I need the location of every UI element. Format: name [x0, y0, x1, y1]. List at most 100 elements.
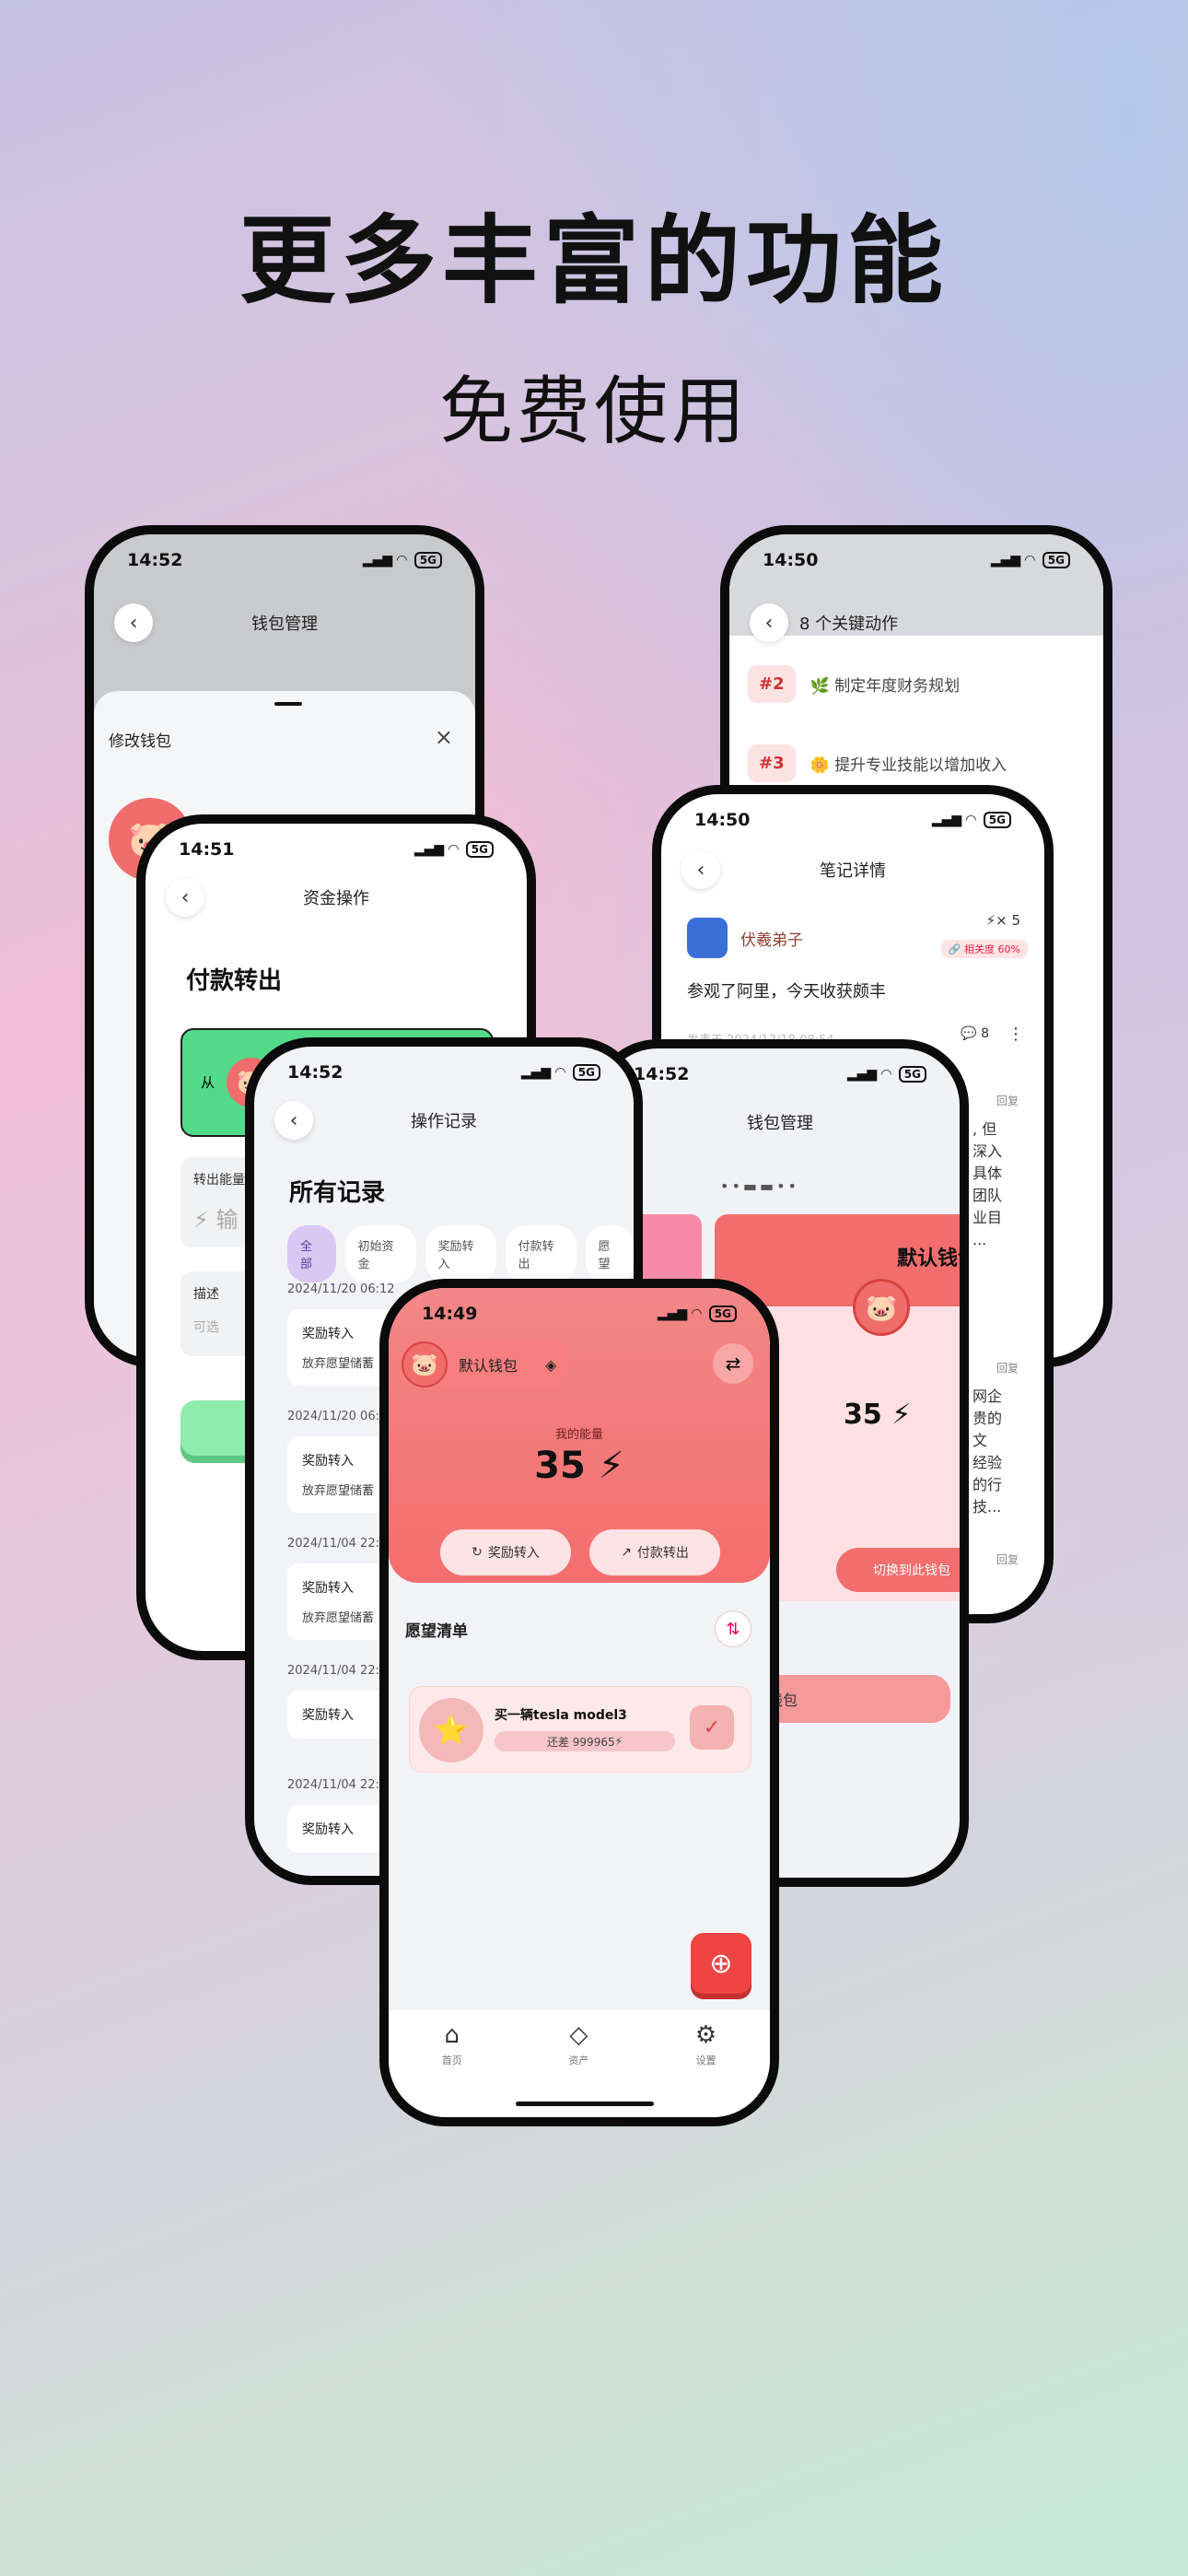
- status-bar: 14:52 ▂▄▆ ◠ 5G: [254, 1047, 634, 1098]
- nav-title: 操作记录: [411, 1112, 477, 1131]
- back-button[interactable]: ‹: [274, 1101, 313, 1140]
- pay-out-label: 付款转出: [636, 1546, 689, 1561]
- action-badge: #3: [748, 744, 796, 782]
- status-bar: 14:52 ▂▄▆ ◠ 5G: [600, 1048, 960, 1100]
- nav-bar: ‹ 8 个关键动作: [729, 595, 1103, 650]
- nav-bar: ‹ 资金操作: [146, 870, 527, 925]
- sheet-grabber[interactable]: [274, 702, 302, 706]
- relevance-badge: 🔗 相关度 60%: [940, 940, 1028, 958]
- reply-label[interactable]: 回复: [996, 1551, 1019, 1567]
- swap-icon[interactable]: ⇄: [713, 1343, 753, 1384]
- headline-title: 更多丰富的功能: [239, 205, 949, 317]
- page-indicator: ••▬▬••: [720, 1177, 799, 1195]
- status-icons: ▂▄▆ ◠ 5G: [521, 1064, 600, 1081]
- from-label: 从: [201, 1074, 215, 1091]
- status-time: 14:52: [634, 1064, 690, 1084]
- back-button[interactable]: ‹: [166, 878, 204, 917]
- wallet-selector[interactable]: 🐷 默认钱包 ◈: [398, 1340, 574, 1389]
- comment-button[interactable]: 💬 8: [961, 1026, 989, 1041]
- tab-home[interactable]: ⌂ 首页: [442, 2021, 462, 2117]
- tab-all[interactable]: 全部: [287, 1225, 336, 1282]
- status-bar: 14:52 ▂▄▆ ◠ 5G: [94, 534, 475, 586]
- payment-heading: 付款转出: [186, 967, 283, 995]
- status-icons: ▂▄▆ ◠ 5G: [847, 1066, 926, 1083]
- status-icons: ▂▄▆ ◠ 5G: [363, 552, 442, 568]
- refresh-icon: ↻: [472, 1545, 483, 1560]
- action-badge: #2: [748, 665, 796, 703]
- status-time: 14:52: [287, 1062, 344, 1083]
- tab-reward-in[interactable]: 奖励转入: [425, 1225, 496, 1282]
- tab-settings[interactable]: ⚙ 设置: [695, 2021, 716, 2117]
- tab-label: 首页: [441, 2055, 462, 2067]
- wallet-name: 默认钱包: [459, 1357, 518, 1375]
- star-icon: ⭐: [419, 1698, 483, 1762]
- reply-label[interactable]: 回复: [996, 1093, 1019, 1108]
- comment-count: 8: [981, 1026, 989, 1041]
- check-icon[interactable]: ✓: [690, 1705, 734, 1750]
- wish-progress: 还差 999965 ⚡: [495, 1731, 675, 1751]
- note-author[interactable]: 伏羲弟子: [687, 918, 803, 958]
- action-text: 提升专业技能以增加收入: [834, 756, 1007, 775]
- wish-name: 买一辆tesla model3: [495, 1708, 627, 1723]
- records-heading: 所有记录: [289, 1179, 386, 1207]
- leaf-icon: 🌿: [809, 677, 830, 696]
- tab-initial[interactable]: 初始资金: [344, 1225, 416, 1282]
- status-time: 14:52: [127, 550, 183, 570]
- home-indicator: [516, 2102, 654, 2106]
- nav-title: 资金操作: [303, 889, 369, 908]
- nav-title: 笔记详情: [820, 861, 886, 881]
- status-time: 14:51: [179, 839, 235, 860]
- wish-card[interactable]: ⭐ 买一辆tesla model3 还差 999965 ⚡ ✓: [409, 1686, 751, 1773]
- tab-pay-out[interactable]: 付款转出: [505, 1225, 577, 1282]
- sort-icon[interactable]: ⇅: [715, 1610, 751, 1647]
- switch-wallet-button[interactable]: 切换到此钱包: [836, 1548, 960, 1592]
- more-icon[interactable]: ⋮: [1007, 1025, 1024, 1044]
- close-icon[interactable]: ×: [435, 724, 453, 750]
- nav-bar: 钱包管理: [600, 1095, 960, 1150]
- energy-count: × 5: [996, 912, 1020, 929]
- reward-in-button[interactable]: ↻ 奖励转入: [440, 1529, 571, 1575]
- nav-title: 8 个关键动作: [799, 615, 899, 634]
- record-filter-tabs: 全部 初始资金 奖励转入 付款转出 愿望: [287, 1225, 634, 1282]
- note-energy: ⚡× 5: [985, 912, 1020, 929]
- nav-bar: ‹ 操作记录: [254, 1093, 634, 1148]
- note-content: 参观了阿里，今天收获颇丰: [687, 982, 886, 1001]
- flower-icon: 🌼: [809, 756, 830, 775]
- relevance-text: 相关度 60%: [964, 943, 1020, 955]
- wallet-avatar: 🐷: [853, 1279, 910, 1336]
- wallet-settings-icon: ◈: [545, 1355, 557, 1374]
- pay-out-button[interactable]: ↗ 付款转出: [589, 1529, 720, 1575]
- status-icons: ▂▄▆ ◠ 5G: [658, 1306, 737, 1322]
- tab-wish[interactable]: 愿望: [585, 1225, 634, 1282]
- action-item[interactable]: #2 🌿 制定年度财务规划: [748, 665, 960, 703]
- back-button[interactable]: ‹: [750, 603, 788, 642]
- energy-value: 35 ⚡: [534, 1445, 624, 1487]
- back-button[interactable]: ‹: [114, 603, 153, 642]
- action-item[interactable]: #3 🌼 提升专业技能以增加收入: [748, 744, 1007, 782]
- status-bar: 14:51 ▂▄▆ ◠ 5G: [146, 824, 527, 875]
- back-button[interactable]: ‹: [681, 850, 720, 889]
- wishlist-title: 愿望清单: [405, 1622, 468, 1641]
- add-wish-button[interactable]: ⊕: [691, 1933, 751, 1994]
- wallet-avatar: 🐷: [402, 1341, 448, 1388]
- reply-snippet-2: 网企 贵的文经验 的行 技...: [973, 1388, 1003, 1516]
- nav-bar: ‹ 笔记详情: [661, 842, 1044, 897]
- status-time: 14:50: [763, 550, 819, 570]
- status-bar: 14:49 ▂▄▆ ◠ 5G: [389, 1288, 770, 1340]
- nav-bar: ‹ 钱包管理: [94, 595, 475, 650]
- nav-title: 钱包管理: [251, 615, 318, 634]
- headline-subtitle: 免费使用: [439, 369, 749, 454]
- status-icons: ▂▄▆ ◠ 5G: [991, 552, 1070, 568]
- home-icon: ⌂: [444, 2021, 460, 2049]
- status-time: 14:49: [422, 1304, 478, 1324]
- status-time: 14:50: [694, 810, 751, 830]
- tab-label: 设置: [695, 2055, 716, 2067]
- reply-label[interactable]: 回复: [996, 1360, 1019, 1376]
- author-avatar: [687, 918, 728, 958]
- reward-in-label: 奖励转入: [487, 1546, 540, 1561]
- energy-label: 我的能量: [554, 1428, 603, 1442]
- sheet-title: 修改钱包: [109, 732, 171, 751]
- export-icon: ↗: [621, 1545, 632, 1560]
- action-text: 制定年度财务规划: [834, 677, 961, 696]
- status-icons: ▂▄▆ ◠ 5G: [932, 812, 1011, 828]
